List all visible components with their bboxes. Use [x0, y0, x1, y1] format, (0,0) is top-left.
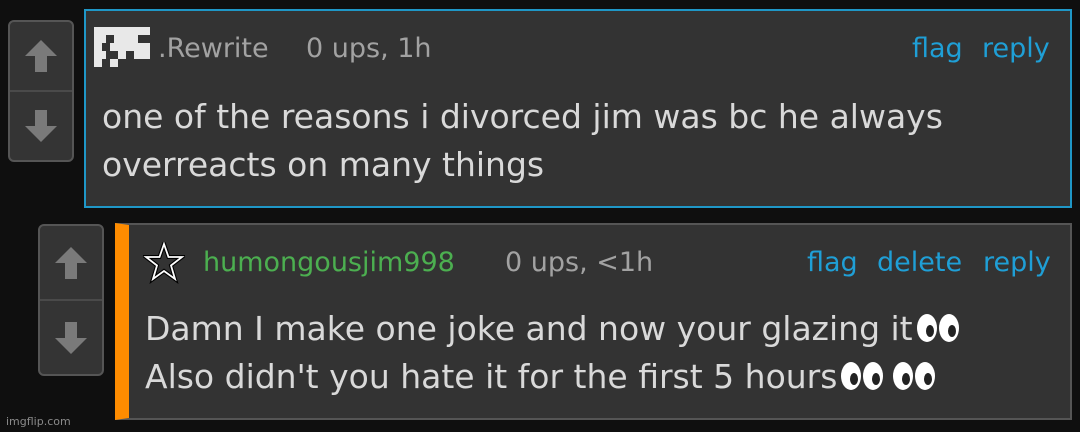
reply-link[interactable]: reply — [983, 243, 1051, 283]
delete-link[interactable]: delete — [877, 243, 962, 283]
flag-link[interactable]: flag — [912, 29, 963, 69]
comment-body: one of the reasons i divorced jim was bc… — [102, 93, 1058, 189]
comment-line: one of the reasons i divorced jim was bc… — [102, 97, 943, 136]
reply-link[interactable]: reply — [982, 29, 1050, 69]
eyes-emoji-icon — [916, 314, 959, 342]
up-arrow-icon — [25, 40, 57, 72]
comment-line: Damn I make one joke and now your glazin… — [145, 305, 1058, 353]
vote-count-time: 0 ups, 1h — [306, 33, 432, 64]
vote-box-comment-1 — [8, 20, 74, 162]
comment-line: overreacts on many things — [102, 145, 545, 184]
vote-count-time: 0 ups, <1h — [505, 247, 654, 278]
comment-2: humongousjim998 0 ups, <1h flag delete r… — [115, 223, 1072, 420]
down-arrow-icon — [55, 321, 87, 354]
eyes-emoji-icon — [893, 362, 936, 390]
flag-link[interactable]: flag — [807, 243, 858, 283]
comment-line-text: Also didn't you hate it for the first 5 … — [145, 357, 838, 396]
downvote-button[interactable] — [40, 299, 102, 374]
vote-box-comment-2 — [38, 224, 104, 376]
upvote-button[interactable] — [40, 226, 102, 299]
upvote-button[interactable] — [10, 22, 72, 90]
comment-line: Also didn't you hate it for the first 5 … — [145, 353, 1058, 401]
downvote-button[interactable] — [10, 90, 72, 160]
eyes-emoji-icon — [841, 362, 884, 390]
comment-header: humongousjim998 0 ups, <1h flag delete r… — [129, 242, 1070, 284]
up-arrow-icon — [55, 246, 87, 279]
comment-line-text: Damn I make one joke and now your glazin… — [145, 309, 913, 348]
comment-header: .Rewrite 0 ups, 1h flag reply — [86, 27, 1070, 69]
username[interactable]: .Rewrite — [158, 29, 269, 69]
star-icon — [143, 242, 185, 284]
down-arrow-icon — [25, 110, 57, 142]
imgflip-watermark: imgflip.com — [6, 415, 71, 428]
pixel-avatar-icon — [94, 27, 150, 67]
comment-1: .Rewrite 0 ups, 1h flag reply one of the… — [84, 9, 1072, 208]
comment-body: Damn I make one joke and now your glazin… — [145, 305, 1058, 401]
username[interactable]: humongousjim998 — [203, 243, 455, 283]
